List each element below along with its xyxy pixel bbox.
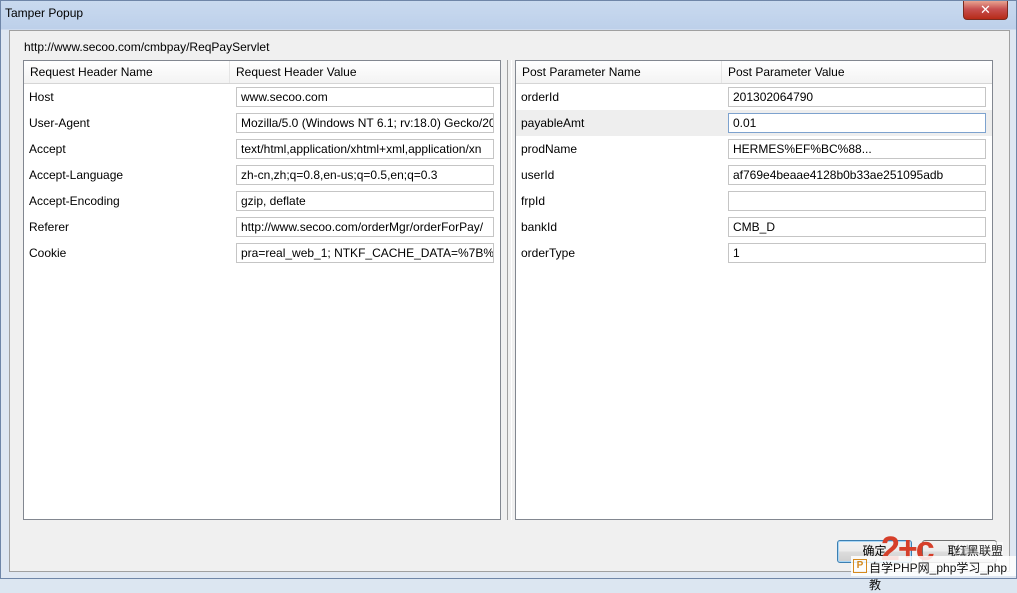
- header-name: Accept-Encoding: [29, 194, 120, 208]
- column-header-post-parameter-name[interactable]: Post Parameter Name: [516, 61, 722, 83]
- header-name: Cookie: [29, 246, 67, 260]
- parameter-value-input[interactable]: 1: [728, 243, 986, 263]
- parameter-name: orderId: [521, 90, 560, 104]
- parameter-name: frpId: [521, 194, 546, 208]
- header-value-input[interactable]: gzip, deflate: [236, 191, 494, 211]
- header-value-input[interactable]: zh-cn,zh;q=0.8,en-us;q=0.5,en;q=0.3: [236, 165, 494, 185]
- parameter-value-input[interactable]: HERMES%EF%BC%88...: [728, 139, 986, 159]
- column-header-request-header-name[interactable]: Request Header Name: [24, 61, 230, 83]
- header-value-input[interactable]: http://www.secoo.com/orderMgr/orderForPa…: [236, 217, 494, 237]
- parameter-value-input[interactable]: [728, 191, 986, 211]
- title-bar[interactable]: Tamper Popup ✕: [1, 1, 1016, 27]
- tamper-popup-window: Tamper Popup ✕ http://www.secoo.com/cmbp…: [0, 0, 1017, 592]
- table-row[interactable]: Accept text/html,application/xhtml+xml,a…: [24, 136, 500, 162]
- column-header-post-parameter-value[interactable]: Post Parameter Value: [722, 61, 992, 83]
- ok-button[interactable]: 确定: [837, 540, 912, 563]
- header-value-input[interactable]: Mozilla/5.0 (Windows NT 6.1; rv:18.0) Ge…: [236, 113, 494, 133]
- table-row[interactable]: User-Agent Mozilla/5.0 (Windows NT 6.1; …: [24, 110, 500, 136]
- header-name: Accept-Language: [29, 168, 124, 182]
- table-row[interactable]: payableAmt 0.01: [516, 110, 992, 136]
- table-row[interactable]: frpId: [516, 188, 992, 214]
- parameter-value-input[interactable]: af769e4beaae4128b0b33ae251095adb: [728, 165, 986, 185]
- parameter-value-input[interactable]: 201302064790: [728, 87, 986, 107]
- parameter-name: userId: [521, 168, 555, 182]
- parameter-name: orderType: [521, 246, 576, 260]
- parameter-name: payableAmt: [521, 116, 585, 130]
- table-row[interactable]: prodName HERMES%EF%BC%88...: [516, 136, 992, 162]
- table-row[interactable]: Cookie pra=real_web_1; NTKF_CACHE_DATA=%…: [24, 240, 500, 266]
- cancel-button[interactable]: 取消: [922, 540, 997, 563]
- request-url: http://www.secoo.com/cmbpay/ReqPayServle…: [24, 40, 270, 54]
- parameter-value-input[interactable]: CMB_D: [728, 217, 986, 237]
- column-header-request-header-value[interactable]: Request Header Value: [230, 61, 500, 83]
- header-name: Host: [29, 90, 54, 104]
- header-value-input[interactable]: pra=real_web_1; NTKF_CACHE_DATA=%7B%22: [236, 243, 494, 263]
- parameter-value-input[interactable]: 0.01: [728, 113, 986, 133]
- post-parameters-table: Post Parameter Name Post Parameter Value…: [515, 60, 993, 520]
- dialog-content: http://www.secoo.com/cmbpay/ReqPayServle…: [9, 30, 1010, 572]
- window-title: Tamper Popup: [5, 6, 84, 20]
- header-name: Referer: [29, 220, 70, 234]
- header-value-input[interactable]: text/html,application/xhtml+xml,applicat…: [236, 139, 494, 159]
- header-name: User-Agent: [29, 116, 90, 130]
- table-header: Request Header Name Request Header Value: [24, 61, 500, 84]
- table-row[interactable]: Accept-Language zh-cn,zh;q=0.8,en-us;q=0…: [24, 162, 500, 188]
- table-row[interactable]: bankId CMB_D: [516, 214, 992, 240]
- parameter-name: prodName: [521, 142, 578, 156]
- header-value-input[interactable]: www.secoo.com: [236, 87, 494, 107]
- request-headers-table: Request Header Name Request Header Value…: [23, 60, 501, 520]
- table-row[interactable]: userId af769e4beaae4128b0b33ae251095adb: [516, 162, 992, 188]
- table-row[interactable]: orderType 1: [516, 240, 992, 266]
- table-row[interactable]: Referer http://www.secoo.com/orderMgr/or…: [24, 214, 500, 240]
- table-row[interactable]: Accept-Encoding gzip, deflate: [24, 188, 500, 214]
- table-row[interactable]: orderId 201302064790: [516, 84, 992, 110]
- table-row[interactable]: Host www.secoo.com: [24, 84, 500, 110]
- table-header: Post Parameter Name Post Parameter Value: [516, 61, 992, 84]
- parameter-name: bankId: [521, 220, 558, 234]
- splitter-handle[interactable]: [507, 60, 512, 520]
- close-icon[interactable]: ✕: [963, 1, 1008, 20]
- header-name: Accept: [29, 142, 66, 156]
